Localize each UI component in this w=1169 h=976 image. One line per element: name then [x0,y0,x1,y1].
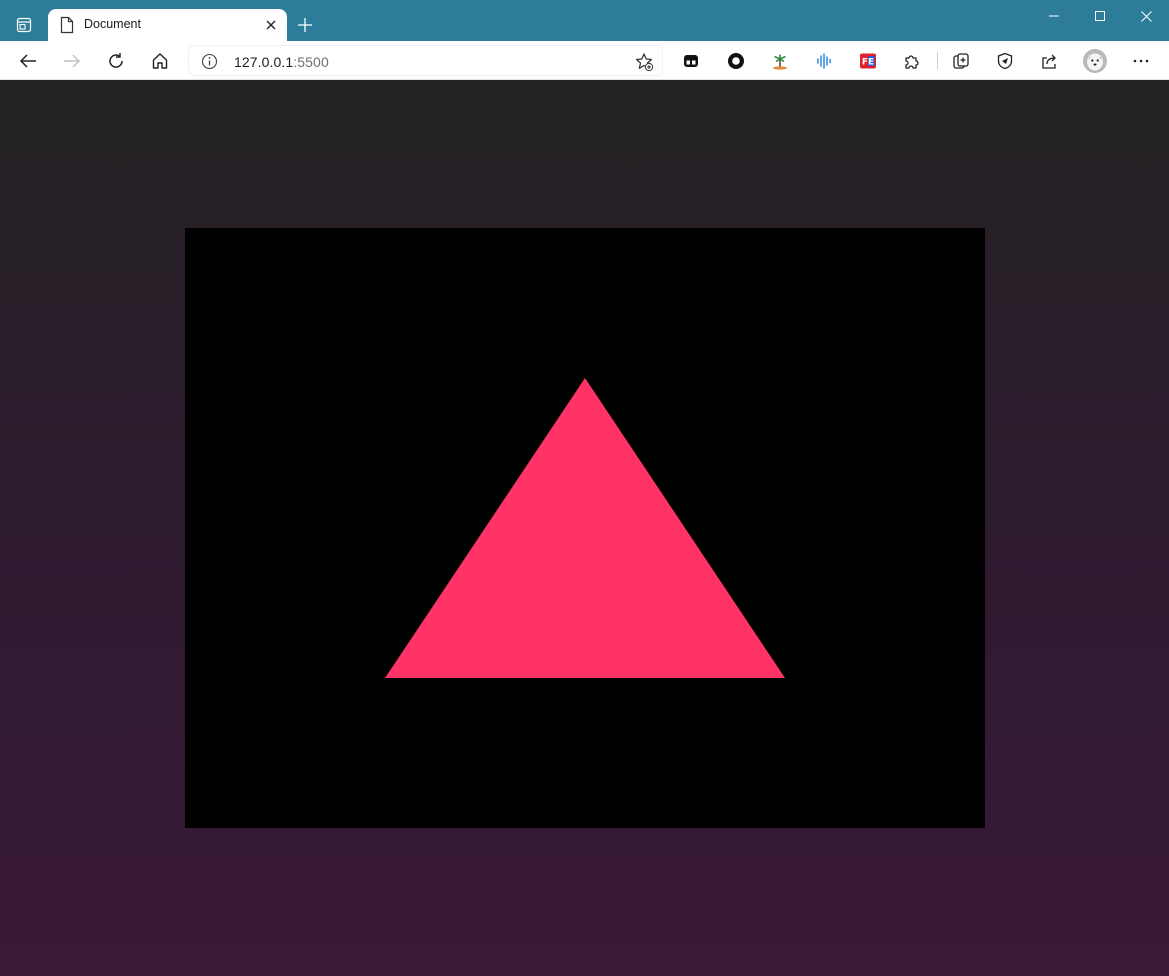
browser-essentials-button[interactable] [991,47,1019,75]
extension-tab-manager-button[interactable] [677,47,705,75]
extension-fe-button[interactable]: FE [854,47,882,75]
profile-avatar [1083,49,1107,73]
extension-audio-button[interactable] [810,47,838,75]
tab-actions-button[interactable] [10,11,38,39]
profile-button[interactable] [1081,47,1109,75]
forward-arrow-icon [64,54,81,68]
more-menu-icon [1133,59,1149,63]
extension-tab-manager-icon [684,55,698,67]
extension-audio-icon [817,53,831,69]
more-menu-button[interactable] [1127,47,1155,75]
document-icon [60,16,74,34]
back-button[interactable] [14,47,42,75]
close-icon [266,20,276,30]
extension-circle-button[interactable] [722,47,750,75]
tab-title: Document [84,17,141,31]
url-port: :5500 [293,54,329,70]
puzzle-icon [905,55,919,69]
share-icon [1042,54,1056,69]
toolbar-separator [937,52,938,70]
extensions-button[interactable] [898,47,926,75]
title-bar: Document [0,0,1169,41]
browser-essentials-icon [997,52,1013,70]
extension-island-icon [773,54,787,70]
tab-actions-icon [16,17,32,33]
info-icon[interactable] [201,53,218,70]
collections-icon [953,53,969,69]
home-button[interactable] [146,47,174,75]
url-host: 127.0.0.1 [234,54,294,70]
window-close-button[interactable] [1123,0,1169,32]
tab-close-button[interactable] [262,16,280,34]
extension-circle-icon [728,53,744,69]
forward-button[interactable] [58,47,86,75]
minimize-button[interactable] [1031,0,1077,32]
refresh-icon [109,53,123,68]
maximize-button[interactable] [1077,0,1123,32]
page-viewport [0,80,1169,976]
browser-toolbar: 127.0.0.1:5500 FE [0,41,1169,80]
triangle-shape [385,378,785,678]
plus-icon [298,18,312,32]
back-arrow-icon [19,54,36,68]
minimize-icon [1049,15,1059,17]
refresh-button[interactable] [102,47,130,75]
tab-document[interactable]: Document [48,9,287,41]
extension-island-button[interactable] [766,47,794,75]
share-button[interactable] [1035,47,1063,75]
collections-button[interactable] [947,47,975,75]
home-icon [152,53,168,69]
extension-fe-icon: FE [860,53,876,69]
maximize-icon [1095,11,1105,21]
url-text[interactable]: 127.0.0.1:5500 [234,54,329,70]
add-favorite-icon[interactable] [634,52,654,72]
close-icon [1140,10,1152,22]
canvas-scene [385,378,785,678]
new-tab-button[interactable] [294,14,316,36]
address-bar[interactable]: 127.0.0.1:5500 [188,45,663,76]
webgl-canvas[interactable] [185,228,985,828]
fe-badge-text: FE [862,58,874,68]
